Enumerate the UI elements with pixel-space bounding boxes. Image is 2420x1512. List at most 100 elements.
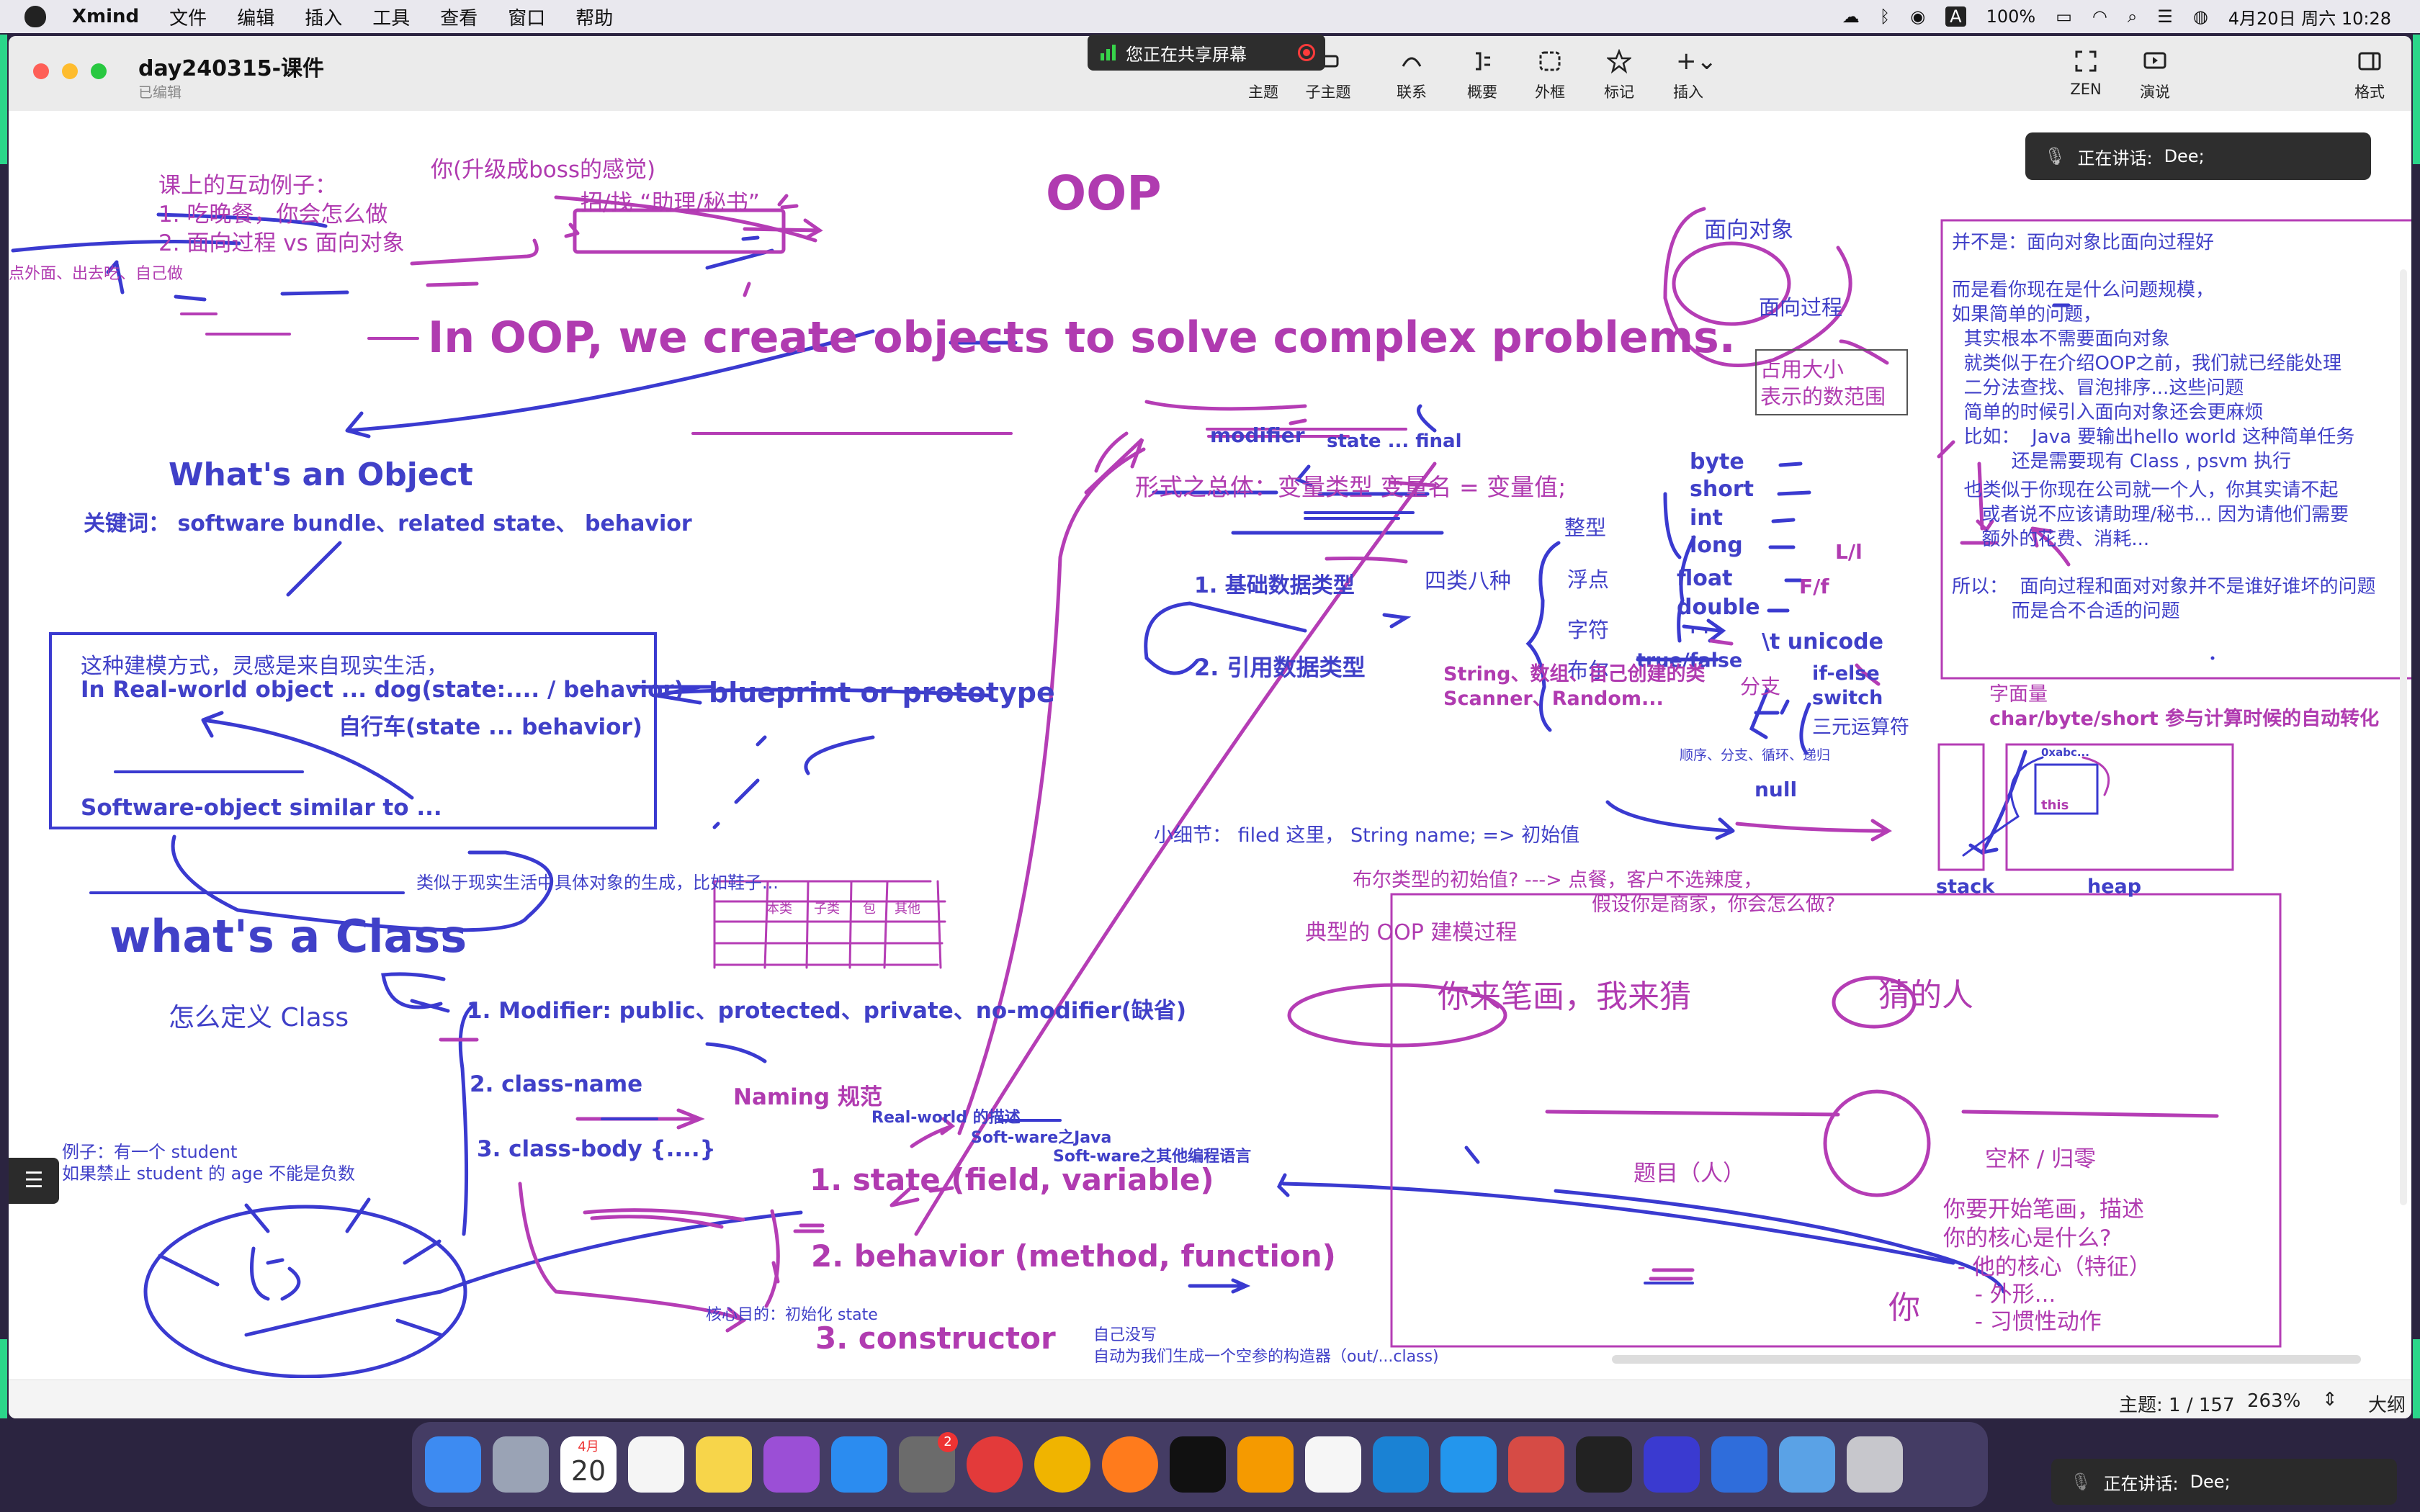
toolbar-zen-button[interactable]: ZEN <box>2057 49 2115 98</box>
toolbar-format-button[interactable]: 格式 <box>2341 49 2398 102</box>
object-keywords[interactable]: 关键词： software bundle、related state、 beha… <box>84 505 692 537</box>
suffix-F[interactable]: F/f <box>1799 575 1829 598</box>
variable-form[interactable]: 形式之总体：变量类型 变量名 = 变量值; <box>1135 468 1566 503</box>
game-label[interactable]: 典型的 OOP 建模过程 <box>1305 914 1517 946</box>
toolbar-insert-button[interactable]: +⌄ 插入 <box>1659 49 1717 102</box>
interactive-side-note[interactable]: 点外面、出去吃、自己做 <box>9 261 183 284</box>
minimize-window-button[interactable] <box>62 63 78 79</box>
oo-bubble-outer[interactable]: 面向对象 <box>1704 212 1793 244</box>
game-title[interactable]: 你来笔画，我来猜 <box>1438 971 1691 1017</box>
game-empty-cup[interactable]: 空杯 / 归零 <box>1985 1140 2096 1173</box>
class-name[interactable]: 2. class-name <box>470 1071 642 1097</box>
ctor-note-2[interactable]: 自动为我们生成一个空参的构造器（out/...class) <box>1093 1344 1439 1367</box>
oop-title[interactable]: OOP <box>1046 166 1162 221</box>
size-note-1[interactable]: 占用大小 <box>1760 353 1844 383</box>
control-center-icon[interactable]: ☰ <box>2157 6 2173 27</box>
input-method-icon[interactable]: A <box>1945 6 1966 27</box>
netease-music-icon[interactable] <box>967 1436 1023 1493</box>
assistant-note[interactable]: 招/找 “助理/秘书” <box>581 184 760 217</box>
class-heading[interactable]: what's a Class <box>109 910 467 963</box>
chrome-icon[interactable] <box>1034 1436 1090 1493</box>
mindnode-icon[interactable] <box>1508 1436 1564 1493</box>
game-you[interactable]: 你 <box>1888 1282 1920 1328</box>
oo-bubble-inner[interactable]: 面向过程 <box>1759 291 1842 321</box>
siri-icon[interactable]: ◍ <box>2193 6 2208 27</box>
char-quote[interactable]: ' ' <box>1690 624 1709 647</box>
game-question-2[interactable]: 你的核心是什么? <box>1943 1220 2111 1252</box>
trash-icon[interactable] <box>1847 1436 1903 1493</box>
stop-sharing-icon[interactable] <box>1298 44 1315 61</box>
boss-note[interactable]: 你(升级成boss的感觉) <box>431 151 655 184</box>
four-eight[interactable]: 四类八种 <box>1425 563 1511 595</box>
toolbar-summary-button[interactable]: 概要 <box>1453 49 1511 102</box>
firefox-icon[interactable] <box>1102 1436 1158 1493</box>
bluetooth-icon[interactable]: ᛒ <box>1880 6 1890 27</box>
toolbar-relationship-button[interactable]: 联系 <box>1383 49 1440 102</box>
menu-insert[interactable]: 插入 <box>305 4 342 30</box>
analogy-note[interactable]: 类似于现实生活中具体对象的生成，比如鞋子... <box>416 868 779 894</box>
apple-logo-icon[interactable] <box>24 6 46 27</box>
flow-note[interactable]: 顺序、分支、循环、递归 <box>1680 744 1830 764</box>
user-icon[interactable]: ◉ <box>1910 6 1925 27</box>
close-window-button[interactable] <box>33 63 49 79</box>
menu-app-name[interactable]: Xmind <box>72 6 139 27</box>
outline-button[interactable]: 大纲 <box>2368 1390 2406 1417</box>
intellij-icon[interactable] <box>1576 1436 1632 1493</box>
size-note-2[interactable]: 表示的数范围 <box>1760 380 1886 410</box>
menu-edit[interactable]: 编辑 <box>237 4 274 30</box>
type-long[interactable]: long <box>1690 533 1743 558</box>
memory-stack-label[interactable]: stack <box>1936 876 1994 898</box>
game-guesser[interactable]: 猜的人 <box>1878 969 1973 1015</box>
unicode-note[interactable]: \t unicode <box>1762 629 1883 654</box>
switch[interactable]: switch <box>1812 687 1883 709</box>
kind-integer[interactable]: 整型 <box>1564 511 1606 541</box>
horizontal-scrollbar[interactable] <box>1612 1355 2361 1364</box>
interactive-heading[interactable]: 课上的互动例子： <box>158 167 337 199</box>
terminal-icon[interactable] <box>1170 1436 1226 1493</box>
mind-map-canvas[interactable]: OOP In OOP, we create objects to solve c… <box>9 111 2411 1378</box>
software-other-note[interactable]: Soft-ware之其他编程语言 <box>1053 1143 1251 1166</box>
class-body[interactable]: 3. class-body {....} <box>477 1136 716 1162</box>
wifi-icon[interactable]: ◠ <box>2092 6 2107 27</box>
kind-char[interactable]: 字符 <box>1567 613 1609 644</box>
interactive-item-1[interactable]: 1. 吃晚餐，你会怎么做 <box>158 196 387 228</box>
menu-view[interactable]: 查看 <box>440 4 478 30</box>
type-int[interactable]: int <box>1690 505 1723 531</box>
naming-spec[interactable]: Naming 规范 <box>733 1079 882 1111</box>
detail-note[interactable]: 小细节： filed 这里， String name; => 初始值 <box>1154 819 1579 847</box>
system-settings-icon[interactable]: 2 <box>899 1432 958 1493</box>
vertical-scrollbar[interactable] <box>2400 269 2407 1205</box>
modifier-label[interactable]: modifier <box>1210 423 1305 447</box>
toolbar-boundary-button[interactable]: 外框 <box>1521 49 1579 102</box>
game-question-5[interactable]: - 习惯性动作 <box>1960 1303 2102 1336</box>
member-constructor[interactable]: 3. constructor <box>815 1320 1056 1356</box>
literal-note-2[interactable]: char/byte/short 参与计算时候的自动转化 <box>1989 703 2379 731</box>
ref-list-2[interactable]: Scanner、Random... <box>1443 683 1664 711</box>
bool-question-2[interactable]: 假设你是商家，你会怎么做? <box>1592 888 1835 917</box>
downloads-folder-icon[interactable] <box>1779 1436 1835 1493</box>
class-how[interactable]: 怎么定义 Class <box>169 996 349 1034</box>
type-float[interactable]: float <box>1677 566 1732 591</box>
reference-types[interactable]: 2. 引用数据类型 <box>1194 649 1366 683</box>
zoom-stepper-icon[interactable]: ⇕ <box>2322 1389 2338 1410</box>
outline-toggle-button[interactable]: ☰ <box>9 1158 59 1204</box>
kind-float[interactable]: 浮点 <box>1567 563 1609 593</box>
battery-icon[interactable]: ▭ <box>2056 6 2072 27</box>
ternary[interactable]: 三元运算符 <box>1812 711 1909 739</box>
search-icon[interactable]: ⌕ <box>2128 6 2137 27</box>
blueprint-label[interactable]: blueprint or prototype <box>709 677 1055 708</box>
game-topic[interactable]: 题目（人） <box>1634 1155 1745 1187</box>
class-modifier[interactable]: 1. Modifier: public、protected、private、no… <box>467 992 1186 1025</box>
zoom-level[interactable]: 263% <box>2247 1390 2300 1412</box>
interactive-item-2[interactable]: 2. 面向过程 vs 面向对象 <box>158 225 405 257</box>
headline[interactable]: In OOP, we create objects to solve compl… <box>428 312 1736 363</box>
xmind-icon[interactable] <box>1711 1436 1767 1493</box>
slack-icon[interactable] <box>1305 1436 1361 1493</box>
if-else[interactable]: if-else <box>1812 662 1880 685</box>
branch-label[interactable]: 分支 <box>1740 671 1780 700</box>
reminders-icon[interactable] <box>628 1436 684 1493</box>
docker-icon[interactable] <box>1440 1436 1497 1493</box>
basic-types[interactable]: 1. 基础数据类型 <box>1194 567 1355 599</box>
state-final-label[interactable]: state ... final <box>1327 431 1461 452</box>
vscode-icon[interactable] <box>1373 1436 1429 1493</box>
